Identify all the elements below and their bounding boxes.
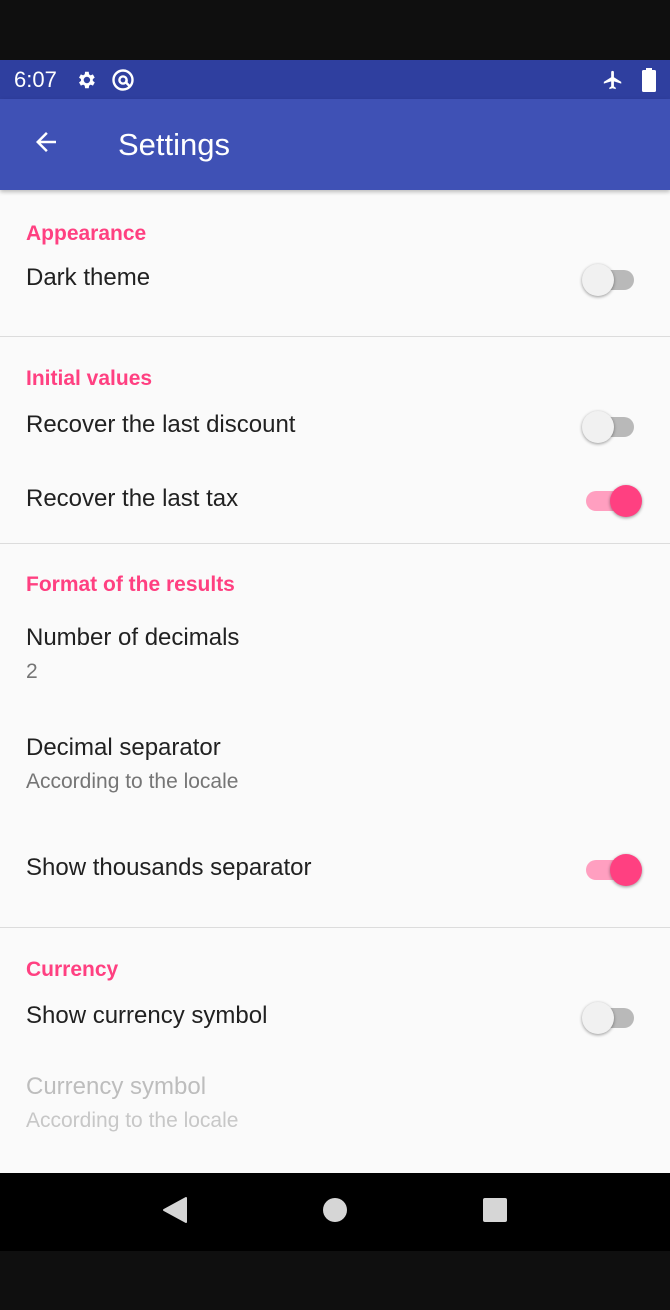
- pref-title: Show thousands separator: [26, 854, 312, 881]
- airplane-icon: [602, 69, 624, 91]
- status-time: 6:07: [14, 66, 57, 92]
- pref-decimal-separator[interactable]: Decimal separator According to the local…: [0, 704, 670, 824]
- nav-back-button[interactable]: [145, 1182, 205, 1242]
- pref-summary: According to the locale: [26, 770, 239, 793]
- pref-summary: 2: [26, 660, 38, 683]
- recover-discount-switch[interactable]: [582, 405, 638, 445]
- pref-show-currency-symbol[interactable]: Show currency symbol: [0, 987, 670, 1045]
- switch-thumb: [582, 264, 614, 296]
- nav-home-button[interactable]: [305, 1182, 365, 1242]
- switch-thumb: [582, 1002, 614, 1034]
- pref-number-of-decimals[interactable]: Number of decimals 2: [0, 604, 670, 704]
- pref-text: Decimal separator According to the local…: [26, 734, 238, 794]
- pref-thousands-separator[interactable]: Show thousands separator: [0, 824, 670, 912]
- at-sign-icon: [111, 68, 135, 92]
- pref-title: Number of decimals: [26, 624, 240, 651]
- home-circle-icon: [322, 1197, 348, 1228]
- switch-thumb: [610, 854, 642, 886]
- navigation-bar: [0, 1173, 670, 1251]
- switch-thumb: [610, 485, 642, 517]
- dark-theme-switch[interactable]: [582, 258, 638, 298]
- back-triangle-icon: [162, 1196, 188, 1229]
- pref-text: Number of decimals 2: [26, 624, 239, 684]
- recover-tax-switch[interactable]: [582, 479, 642, 519]
- back-button[interactable]: [0, 99, 92, 190]
- pref-title: Decimal separator: [26, 734, 221, 761]
- show-currency-symbol-switch[interactable]: [582, 996, 638, 1036]
- pref-title: Dark theme: [26, 264, 151, 291]
- pref-title: Recover the last discount: [26, 411, 296, 438]
- app-bar: Settings: [0, 99, 670, 190]
- device-frame: 6:07 Settings Appearance Dark theme Init…: [0, 0, 670, 1310]
- battery-icon: [642, 67, 656, 92]
- gear-icon: [75, 69, 97, 91]
- switch-thumb: [582, 411, 614, 443]
- arrow-back-icon: [31, 127, 61, 162]
- nav-recents-button[interactable]: [465, 1182, 525, 1242]
- thousands-separator-switch[interactable]: [582, 848, 642, 888]
- pref-recover-tax[interactable]: Recover the last tax: [0, 455, 670, 543]
- pref-summary: According to the locale: [26, 1109, 239, 1132]
- pref-title: Recover the last tax: [26, 485, 239, 512]
- pref-title: Show currency symbol: [26, 1002, 268, 1029]
- recents-square-icon: [482, 1197, 508, 1228]
- status-bar: 6:07: [0, 60, 670, 99]
- pref-text: Currency symbol According to the locale: [26, 1073, 238, 1133]
- pref-currency-symbol: Currency symbol According to the locale: [0, 1061, 670, 1171]
- pref-title: Currency symbol: [26, 1073, 207, 1100]
- pref-dark-theme[interactable]: Dark theme: [0, 249, 670, 307]
- settings-list[interactable]: Appearance Dark theme Initial values Rec…: [0, 190, 670, 1173]
- pref-recover-discount[interactable]: Recover the last discount: [0, 396, 670, 454]
- page-title: Settings: [118, 126, 231, 162]
